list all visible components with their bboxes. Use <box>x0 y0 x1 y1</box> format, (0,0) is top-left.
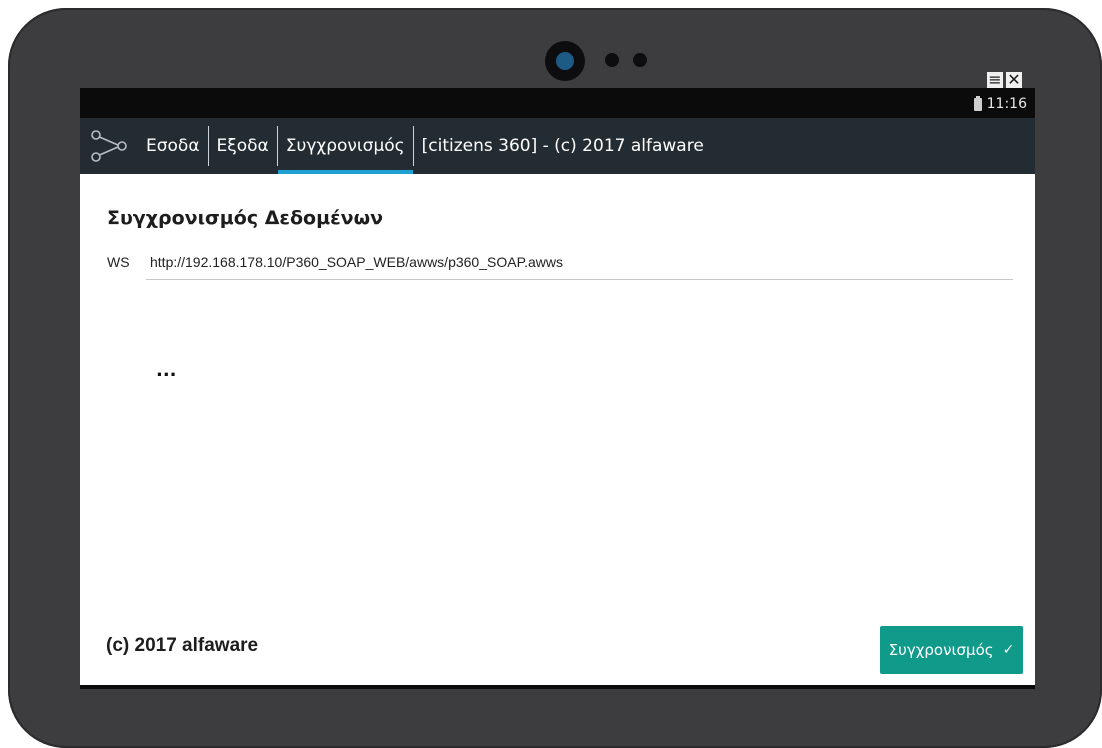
page-title: Συγχρονισμός Δεδομένων <box>107 207 384 229</box>
share-nodes-icon[interactable] <box>80 118 138 174</box>
app-bar: Εσοδα Εξοδα Συγχρονισμός [citizens 360] … <box>80 118 1035 174</box>
sync-button-label: Συγχρονισμός <box>888 641 994 659</box>
camera-lens <box>545 41 585 81</box>
menu-icon[interactable]: ≡ <box>987 72 1003 88</box>
sync-page: Συγχρονισμός Δεδομένων WS ... (c) 2017 a… <box>80 174 1035 685</box>
tab-expenses[interactable]: Εξοδα <box>207 126 277 166</box>
app-title: [citizens 360] - (c) 2017 alfaware <box>412 126 712 166</box>
tab-income[interactable]: Εσοδα <box>138 118 208 174</box>
tab-sync[interactable]: Συγχρονισμός <box>276 126 413 174</box>
sensor-dot <box>605 53 619 67</box>
device-screen: 11:16 Εσοδα Εξοδα Συγχρονισμός [citizens… <box>80 88 1035 689</box>
ws-label: WS <box>107 254 130 270</box>
close-icon[interactable]: ✕ <box>1006 72 1022 88</box>
status-time: 11:16 <box>986 96 1027 112</box>
battery-icon <box>973 95 982 111</box>
footer-copyright: (c) 2017 alfaware <box>106 635 259 656</box>
status-text: ... <box>156 360 177 381</box>
emulator-controls: ≡ ✕ <box>987 72 1022 88</box>
sync-button[interactable]: Συγχρονισμός ✓ <box>880 626 1023 674</box>
check-icon: ✓ <box>1002 642 1015 658</box>
sensor-dot <box>633 53 647 67</box>
ws-url-input[interactable] <box>146 244 1013 280</box>
status-right: 11:16 <box>973 95 1027 112</box>
status-bar: 11:16 <box>80 88 1035 118</box>
